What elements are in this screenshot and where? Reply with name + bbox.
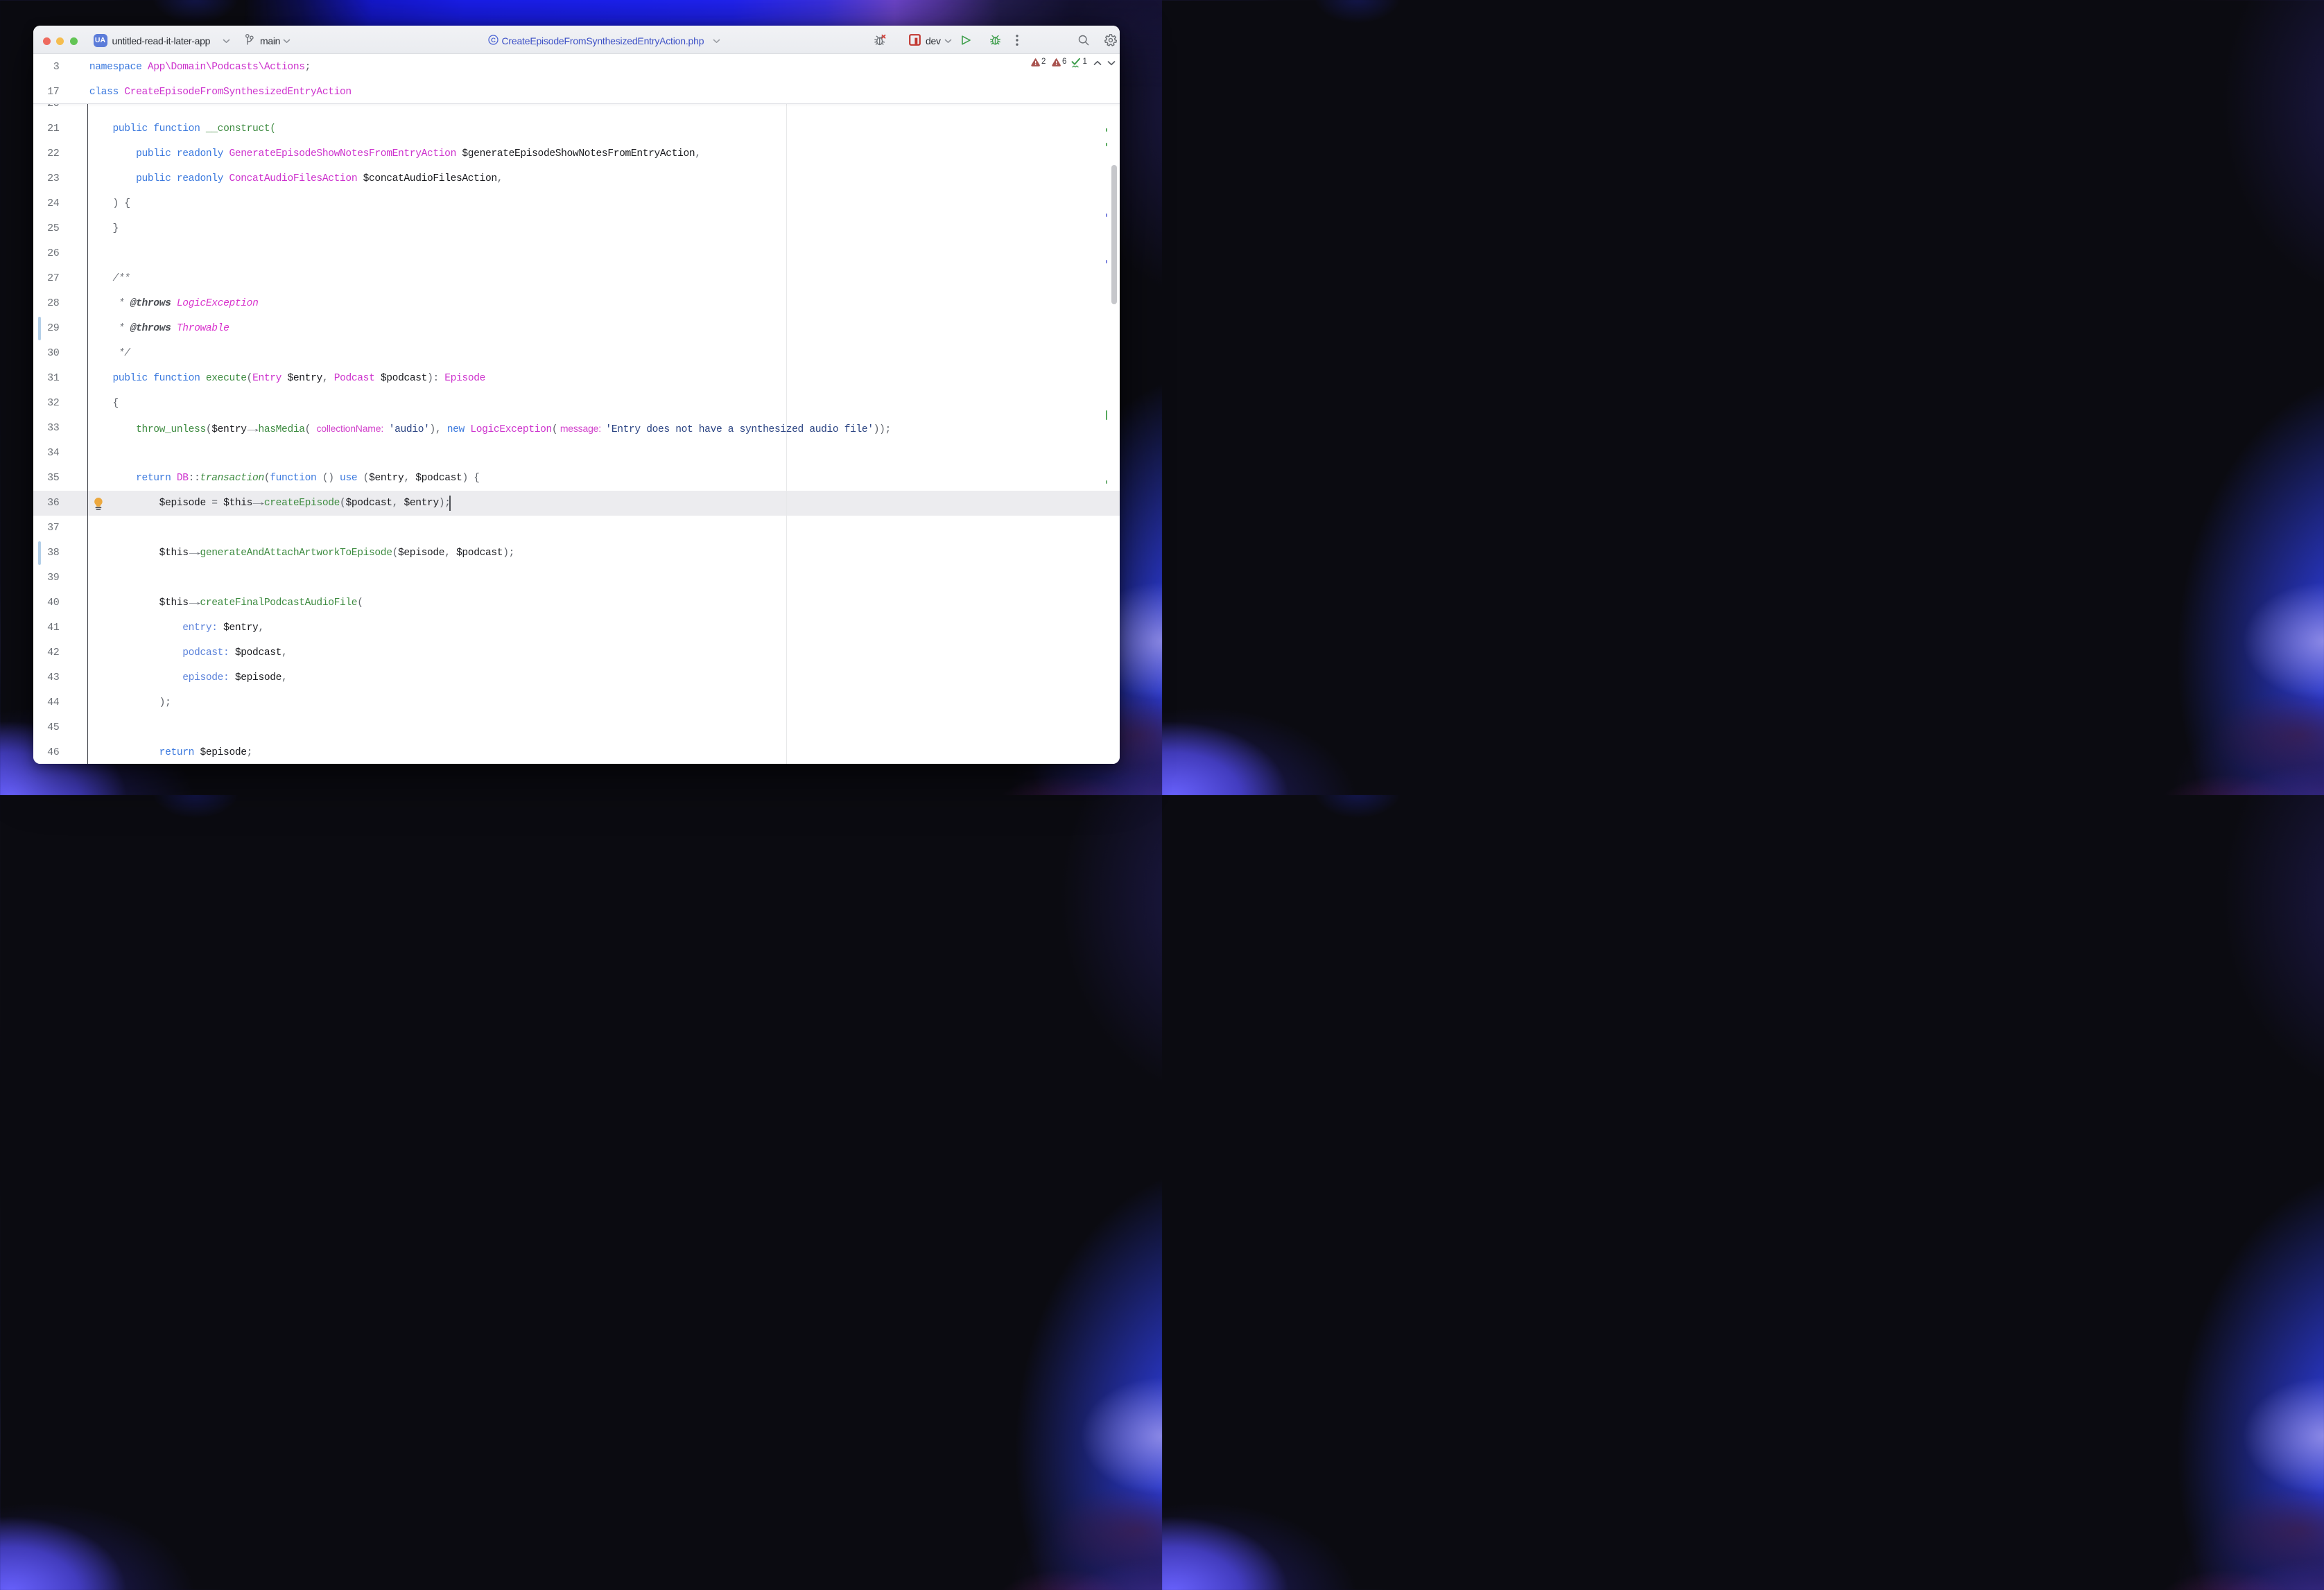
svg-text:C: C	[491, 37, 496, 44]
